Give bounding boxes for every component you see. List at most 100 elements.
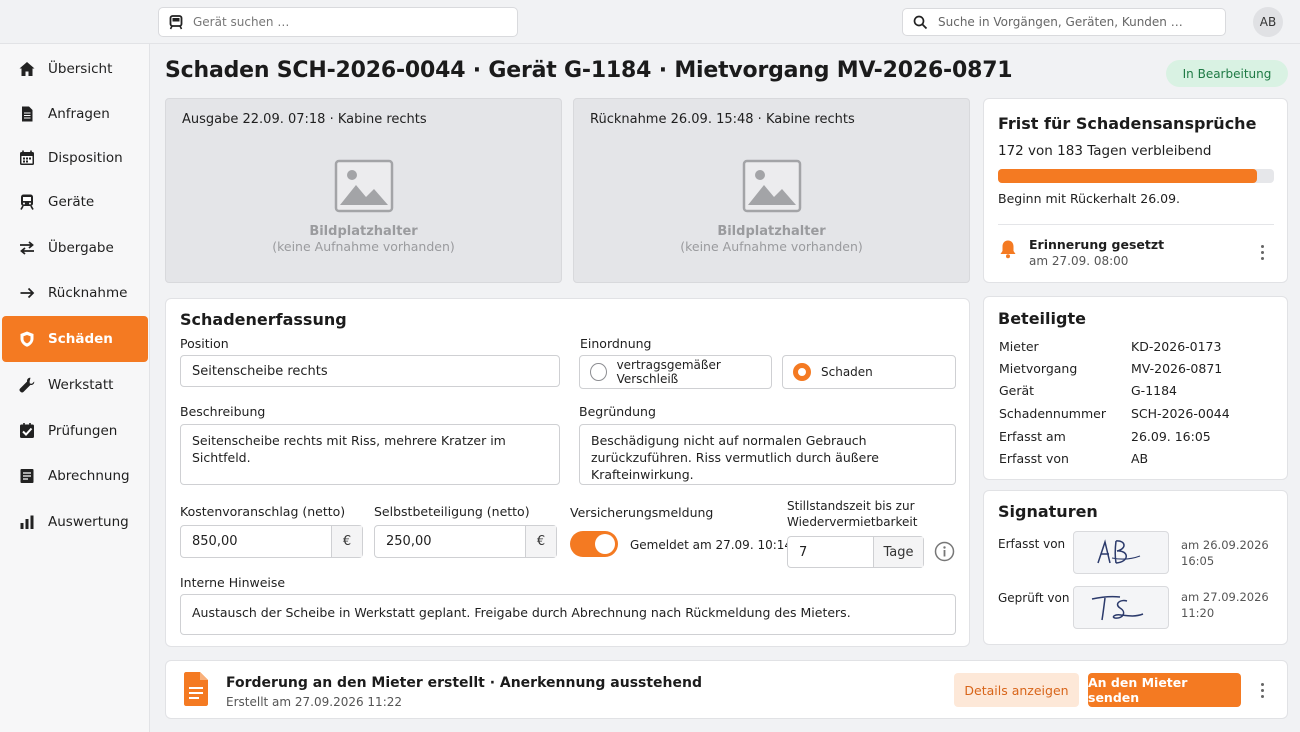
device-search-placeholder: Gerät suchen … xyxy=(193,15,290,29)
image-icon xyxy=(742,159,801,213)
deductible-input[interactable]: 250,00 € xyxy=(374,525,557,558)
search-icon xyxy=(913,15,928,29)
signature-date: am 26.09.2026 xyxy=(1181,538,1269,552)
sidebar-item-label: Abrechnung xyxy=(48,468,130,484)
global-search-placeholder: Suche in Vorgängen, Geräten, Kunden … xyxy=(938,15,1183,29)
photo-ausgabe[interactable]: Ausgabe 22.09. 07:18 · Kabine rechts Bil… xyxy=(165,98,562,283)
calendar-icon xyxy=(20,150,34,165)
footer-subtitle: Erstellt am 27.09.2026 11:22 xyxy=(226,695,403,709)
signature-label: Erfasst von xyxy=(998,537,1066,551)
party-key: Erfasst von xyxy=(999,451,1069,466)
sidebar-item-auswertung[interactable]: Auswertung xyxy=(2,500,148,544)
wrench-icon xyxy=(19,377,35,393)
sidebar-item-label: Schäden xyxy=(48,331,113,347)
party-key: Schadennummer xyxy=(999,406,1106,421)
placeholder-title: Bildplatzhalter xyxy=(717,224,826,239)
signature-box-ab xyxy=(1073,531,1169,574)
notes-textarea[interactable]: Austausch der Scheibe in Werkstatt gepla… xyxy=(180,594,956,635)
party-key: Mieter xyxy=(999,339,1039,354)
reason-label: Begründung xyxy=(579,404,656,419)
sidebar: Übersicht Anfragen Disposition Geräte Üb… xyxy=(0,44,150,732)
cost-value: 850,00 xyxy=(192,534,238,549)
currency-unit: € xyxy=(525,526,556,557)
send-to-tenant-button[interactable]: An den Mieter senden xyxy=(1088,673,1241,707)
sidebar-item-ruecknahme[interactable]: Rücknahme xyxy=(2,271,148,315)
radio-button[interactable] xyxy=(590,363,607,381)
image-placeholder: Bildplatzhalter (keine Aufnahme vorhande… xyxy=(574,159,969,254)
signature-date: am 27.09.2026 xyxy=(1181,590,1269,604)
placeholder-subtitle: (keine Aufnahme vorhanden) xyxy=(272,239,455,254)
insurance-toggle[interactable] xyxy=(570,531,618,557)
info-icon[interactable] xyxy=(934,541,955,562)
tram-icon xyxy=(169,14,183,29)
sidebar-item-uebersicht[interactable]: Übersicht xyxy=(2,47,148,91)
position-label: Position xyxy=(180,336,229,351)
sidebar-item-werkstatt[interactable]: Werkstatt xyxy=(2,363,148,407)
sidebar-item-label: Rücknahme xyxy=(48,285,128,301)
deadline-remaining: 172 von 183 Tagen verbleibend xyxy=(998,143,1212,159)
user-avatar[interactable]: AB xyxy=(1253,7,1283,37)
signature-meta: am 27.09.2026 11:20 xyxy=(1181,589,1269,621)
details-button[interactable]: Details anzeigen xyxy=(954,673,1079,707)
cost-input[interactable]: 850,00 € xyxy=(180,525,363,558)
signature-time: 11:20 xyxy=(1181,606,1215,620)
shield-icon xyxy=(20,331,34,347)
sidebar-item-label: Disposition xyxy=(48,150,123,166)
radio-button-selected[interactable] xyxy=(793,363,811,381)
signature-label: Geprüft von xyxy=(998,591,1070,605)
sidebar-item-disposition[interactable]: Disposition xyxy=(2,136,148,180)
party-key: Mietvorgang xyxy=(999,361,1078,376)
signature-box-ts xyxy=(1073,586,1169,629)
sidebar-item-schaeden[interactable]: Schäden xyxy=(2,316,148,362)
reminder-time: am 27.09. 08:00 xyxy=(1029,254,1129,268)
image-placeholder: Bildplatzhalter (keine Aufnahme vorhande… xyxy=(166,159,561,254)
description-label: Beschreibung xyxy=(180,404,266,419)
photo-ruecknahme[interactable]: Rücknahme 26.09. 15:48 · Kabine rechts B… xyxy=(573,98,970,283)
sidebar-item-abrechnung[interactable]: Abrechnung xyxy=(2,454,148,498)
radio-option-damage[interactable]: Schaden xyxy=(782,355,956,389)
photo-caption: Rücknahme 26.09. 15:48 · Kabine rechts xyxy=(590,112,855,127)
sidebar-item-pruefungen[interactable]: Prüfungen xyxy=(2,409,148,453)
party-value: G-1184 xyxy=(1131,383,1178,398)
deadline-title: Frist für Schadensansprüche xyxy=(998,114,1257,133)
radio-option-wear[interactable]: vertragsgemäßer Verschleiß xyxy=(579,355,772,389)
sidebar-item-uebergabe[interactable]: Übergabe xyxy=(2,226,148,270)
position-field[interactable]: Seitenscheibe rechts xyxy=(180,355,560,387)
sidebar-item-label: Übersicht xyxy=(48,61,113,77)
classification-label: Einordnung xyxy=(580,336,652,351)
placeholder-subtitle: (keine Aufnahme vorhanden) xyxy=(680,239,863,254)
days-unit: Tage xyxy=(873,537,923,567)
swap-icon xyxy=(20,241,34,255)
radio-option-label: Schaden xyxy=(821,365,873,379)
sidebar-item-anfragen[interactable]: Anfragen xyxy=(2,92,148,136)
parties-title: Beteiligte xyxy=(998,309,1086,328)
deductible-label: Selbstbeteiligung (netto) xyxy=(374,504,530,519)
downtime-value: 7 xyxy=(799,544,808,560)
deadline-start: Beginn mit Rückerhalt 26.09. xyxy=(998,191,1181,206)
party-value: AB xyxy=(1131,451,1149,466)
currency-unit: € xyxy=(331,526,362,557)
sidebar-item-geraete[interactable]: Geräte xyxy=(2,180,148,224)
downtime-label-line1: Stillstandszeit bis zur xyxy=(787,499,915,513)
description-textarea[interactable]: Seitenscheibe rechts mit Riss, mehrere K… xyxy=(180,424,560,485)
reminder-more-icon[interactable] xyxy=(1252,242,1272,262)
sidebar-item-label: Geräte xyxy=(48,194,95,210)
document-icon xyxy=(22,106,33,122)
device-search-input[interactable]: Gerät suchen … xyxy=(158,7,518,37)
footer-more-icon[interactable] xyxy=(1252,680,1272,700)
sidebar-item-label: Anfragen xyxy=(48,106,110,122)
photo-caption: Ausgabe 22.09. 07:18 · Kabine rechts xyxy=(182,112,427,127)
deductible-value: 250,00 xyxy=(386,534,432,549)
reason-textarea[interactable]: Beschädigung nicht auf normalen Gebrauch… xyxy=(579,424,956,485)
reminder-title: Erinnerung gesetzt xyxy=(1029,237,1165,252)
footer-title: Forderung an den Mieter erstellt · Anerk… xyxy=(226,675,702,691)
deadline-progress xyxy=(998,169,1274,183)
global-search-input[interactable]: Suche in Vorgängen, Geräten, Kunden … xyxy=(902,8,1226,36)
downtime-label-line2: Wiedervermietbarkeit xyxy=(787,515,918,529)
bar-chart-icon xyxy=(20,515,34,529)
status-badge: In Bearbeitung xyxy=(1166,60,1288,87)
train-icon xyxy=(20,194,34,210)
checkbox-icon xyxy=(20,423,34,438)
downtime-input[interactable]: 7 Tage xyxy=(787,536,924,568)
signature-ab-image xyxy=(1097,539,1141,564)
